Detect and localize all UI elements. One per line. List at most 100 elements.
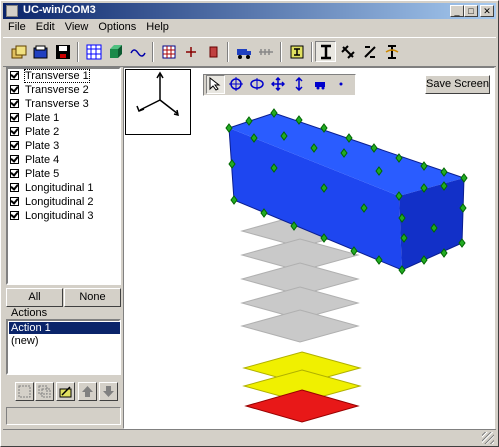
truck-icon[interactable]: [233, 41, 254, 62]
status-bar: [3, 429, 496, 445]
open-icon[interactable]: [30, 41, 51, 62]
node-marker: [310, 143, 318, 153]
layer-checkbox[interactable]: [10, 141, 19, 150]
layer-item[interactable]: Plate 5: [10, 168, 59, 181]
menu-help[interactable]: Help: [141, 20, 174, 35]
title-bar[interactable]: UC-win/COM3 _ □ ✕: [3, 3, 496, 19]
menu-edit[interactable]: Edit: [31, 20, 60, 35]
node-marker: [440, 248, 448, 258]
layer-checkbox[interactable]: [10, 197, 19, 206]
node-marker: [459, 203, 467, 213]
beam-rotate-icon[interactable]: [337, 41, 358, 62]
save-screen-button[interactable]: Save Screen: [425, 75, 490, 94]
beam-angle-icon[interactable]: [359, 41, 380, 62]
point-icon[interactable]: [332, 75, 351, 94]
node-marker: [420, 255, 428, 265]
maximize-button[interactable]: □: [464, 5, 478, 17]
grid-icon[interactable]: [83, 41, 104, 62]
rail-icon[interactable]: [255, 41, 276, 62]
layer-list[interactable]: Transverse 1 Transverse 2 Transverse 3 P…: [6, 67, 121, 285]
layer-item[interactable]: Transverse 1: [10, 69, 90, 83]
action-add-icon[interactable]: [15, 382, 34, 401]
i-beam-icon[interactable]: [315, 41, 336, 62]
menu-options[interactable]: Options: [93, 20, 141, 35]
layer-item[interactable]: Transverse 2: [10, 84, 89, 97]
action-copy-icon[interactable]: [35, 382, 54, 401]
layer-item[interactable]: Plate 4: [10, 154, 59, 167]
view-toolbar: [203, 74, 356, 96]
node-marker: [320, 123, 328, 133]
menu-view[interactable]: View: [60, 20, 94, 35]
cylinder-icon[interactable]: [202, 41, 223, 62]
move-up-icon[interactable]: [78, 382, 97, 401]
3d-viewport[interactable]: Save Screen: [123, 67, 495, 429]
layer-checkbox[interactable]: [10, 99, 19, 108]
rotate-icon[interactable]: [227, 75, 246, 94]
orbit-icon[interactable]: [248, 75, 267, 94]
layer-checkbox[interactable]: [10, 211, 19, 220]
layer-checkbox[interactable]: [10, 183, 19, 192]
menu-bar: File Edit View Options Help: [3, 20, 496, 35]
select-pointer-icon[interactable]: [206, 75, 225, 94]
add-node-icon[interactable]: [180, 41, 201, 62]
layer-checkbox[interactable]: [10, 113, 19, 122]
zoom-vertical-icon[interactable]: [290, 75, 309, 94]
minimize-button[interactable]: _: [450, 5, 464, 17]
pan-icon[interactable]: [269, 75, 288, 94]
layer-item[interactable]: Longitudinal 1: [10, 182, 94, 195]
action-status-field: [6, 407, 121, 425]
node-marker: [458, 238, 466, 248]
wave-icon[interactable]: [127, 41, 148, 62]
layer-item[interactable]: Plate 2: [10, 126, 59, 139]
close-button[interactable]: ✕: [480, 5, 494, 17]
layer-checkbox[interactable]: [10, 71, 19, 80]
node-marker: [420, 183, 428, 193]
gray-layer: [240, 309, 360, 343]
layer-item[interactable]: Longitudinal 3: [10, 210, 94, 223]
node-marker: [430, 223, 438, 233]
toolbar: [3, 37, 496, 67]
action-list[interactable]: Action 1 (new): [6, 319, 121, 375]
layer-item[interactable]: Transverse 3: [10, 98, 89, 111]
section-icon[interactable]: [286, 41, 307, 62]
axis-triad-icon: [136, 71, 179, 117]
move-down-icon[interactable]: [99, 382, 118, 401]
node-marker: [398, 265, 406, 275]
node-marker: [375, 255, 383, 265]
box-icon[interactable]: [105, 41, 126, 62]
beam-twist-icon[interactable]: [381, 41, 402, 62]
save-icon[interactable]: [52, 41, 73, 62]
all-button[interactable]: All: [6, 288, 63, 307]
mesh-icon[interactable]: [158, 41, 179, 62]
actions-label: Actions: [11, 307, 48, 319]
action-edit-icon[interactable]: [56, 382, 75, 401]
layer-item[interactable]: Longitudinal 2: [10, 196, 94, 209]
action-item[interactable]: Action 1: [9, 322, 120, 334]
none-button[interactable]: None: [64, 288, 121, 307]
layer-checkbox[interactable]: [10, 155, 19, 164]
layer-checkbox[interactable]: [10, 169, 19, 178]
fly-icon[interactable]: [311, 75, 330, 94]
node-marker: [260, 208, 268, 218]
node-marker: [440, 167, 448, 177]
layer-checkbox[interactable]: [10, 127, 19, 136]
layer-checkbox[interactable]: [10, 85, 19, 94]
layer-item[interactable]: Plate 1: [10, 112, 59, 125]
node-marker: [345, 133, 353, 143]
red-layer: [244, 389, 360, 423]
resize-grip[interactable]: [482, 432, 494, 444]
node-marker: [420, 161, 428, 171]
action-item[interactable]: (new): [9, 335, 120, 347]
node-marker: [460, 173, 468, 183]
app-icon: [6, 5, 18, 17]
new-icon[interactable]: [8, 41, 29, 62]
gray-layer: [240, 238, 360, 272]
layer-item[interactable]: Plate 3: [10, 140, 59, 153]
gray-layer: [240, 214, 360, 248]
node-marker: [250, 133, 258, 143]
gray-layer: [240, 286, 360, 320]
node-marker: [280, 131, 288, 141]
box-front-face: [229, 128, 402, 270]
node-marker: [375, 166, 383, 176]
menu-file[interactable]: File: [3, 20, 31, 35]
